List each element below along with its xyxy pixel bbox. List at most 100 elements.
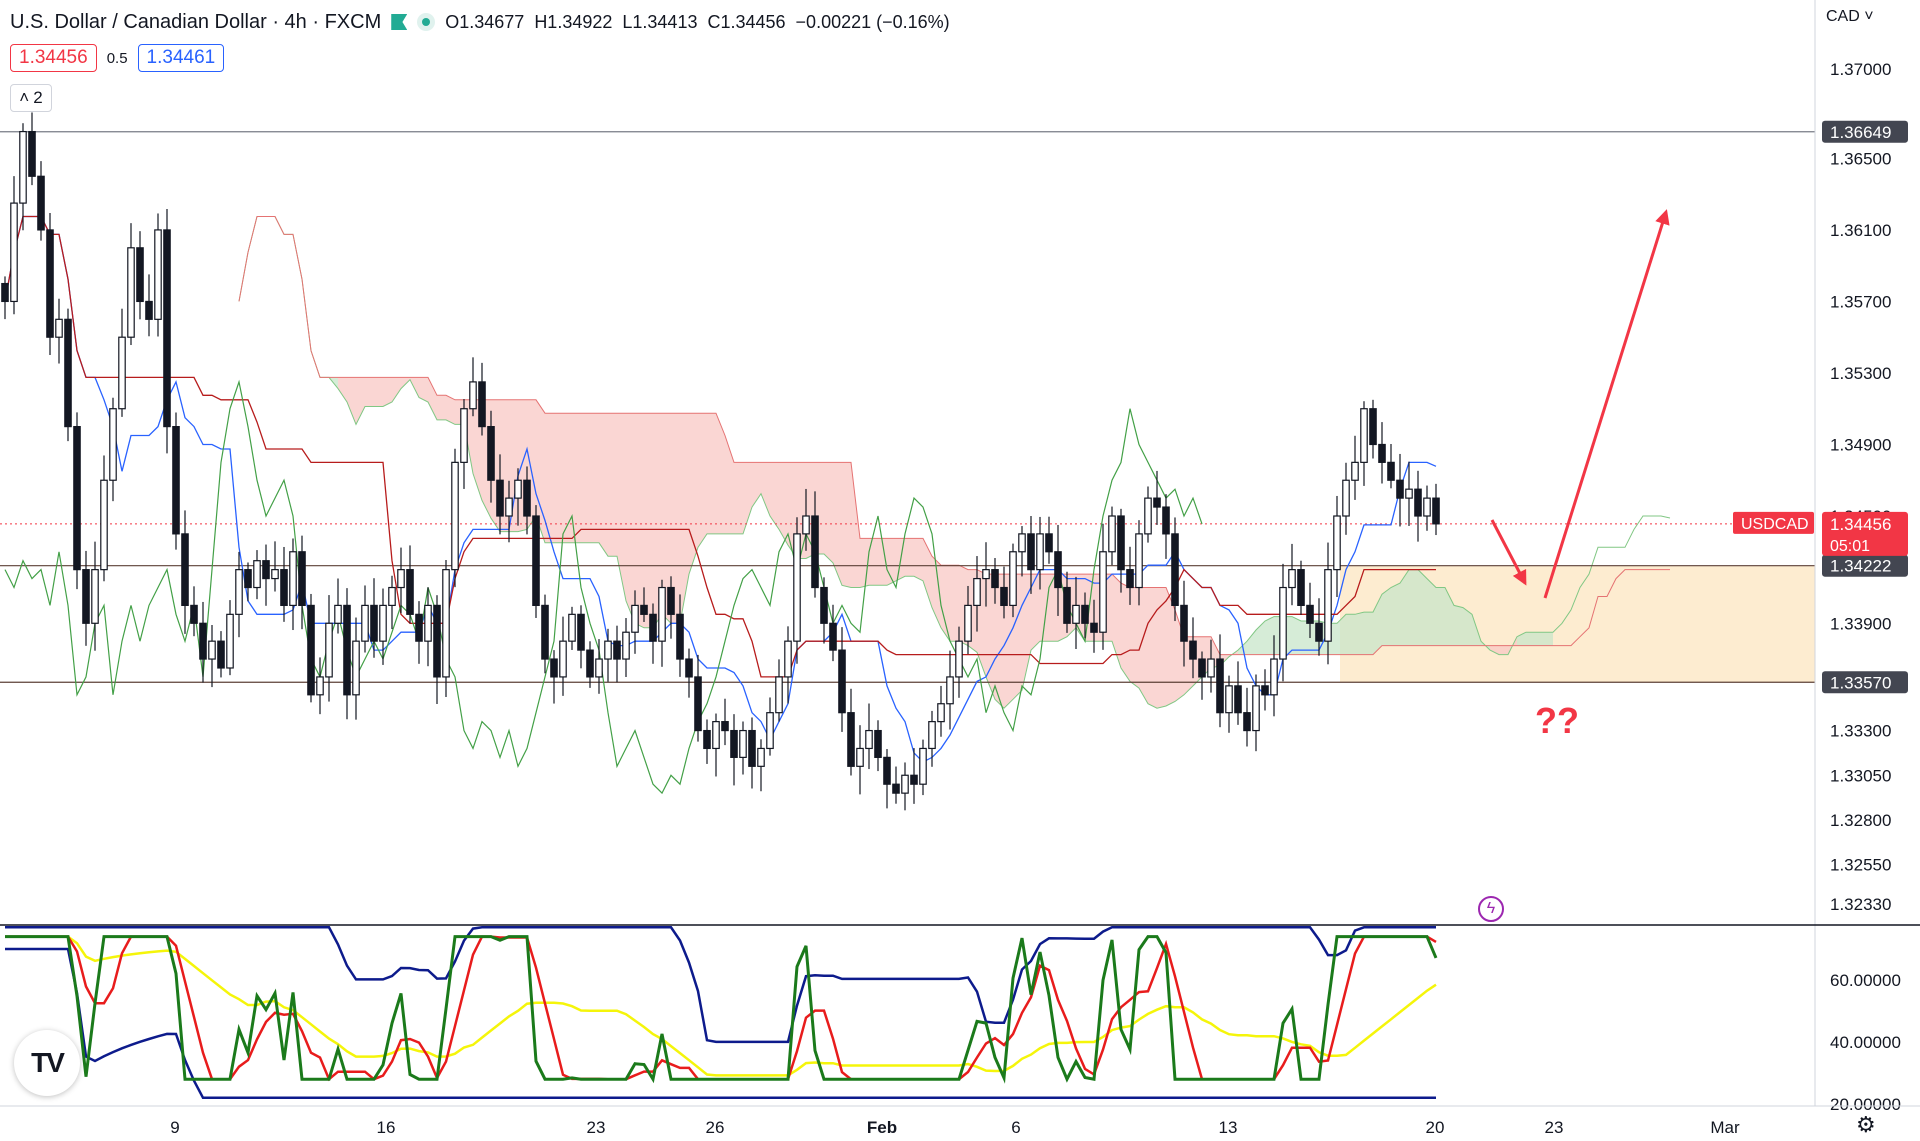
- candle-body: [136, 247, 144, 303]
- cloud-segment: [1337, 614, 1346, 655]
- candle: [208, 625, 216, 688]
- candle-body: [253, 560, 261, 589]
- candle-body: [1279, 586, 1287, 660]
- candle: [1261, 669, 1269, 711]
- buy-button[interactable]: 1.34461: [137, 44, 225, 72]
- cloud-segment: [1535, 632, 1544, 646]
- candle-body: [712, 721, 720, 750]
- candle-body: [685, 658, 693, 678]
- candle-body: [667, 586, 675, 615]
- candle: [244, 562, 252, 602]
- lightning-icon[interactable]: ϟ: [1478, 896, 1504, 922]
- time-tick: 16: [377, 1118, 396, 1137]
- candle-body: [838, 649, 846, 714]
- candle-body: [1198, 658, 1206, 678]
- last-price-label: 1.34456: [1830, 515, 1891, 534]
- candle: [1108, 506, 1116, 566]
- candle-body: [568, 613, 576, 642]
- candle-body: [370, 604, 378, 642]
- candle-body: [289, 551, 297, 607]
- candle-body: [145, 300, 153, 320]
- candle-body: [316, 676, 324, 696]
- candle: [1414, 470, 1422, 542]
- symbol-title[interactable]: U.S. Dollar / Canadian Dollar · 4h · FXC…: [10, 11, 381, 34]
- candle-body: [820, 586, 828, 624]
- candle-body: [217, 640, 225, 669]
- candle-body: [37, 175, 45, 231]
- candle: [199, 601, 207, 683]
- candle: [1378, 422, 1386, 484]
- price-tick: 1.33300: [1830, 722, 1891, 741]
- candle-body: [82, 569, 90, 624]
- chart-canvas[interactable]: ?? 60.0000040.0000020.00000 1.370001.365…: [0, 0, 1920, 1141]
- cloud-segment: [1265, 616, 1274, 655]
- chevron-up-icon: ˄: [19, 88, 30, 107]
- candle-body: [739, 729, 747, 758]
- candle: [46, 213, 54, 356]
- candle-body: [640, 604, 648, 615]
- candle-body: [1135, 533, 1143, 589]
- candle: [1198, 651, 1206, 700]
- cloud-segment: [365, 377, 374, 407]
- candle-body: [1144, 497, 1152, 535]
- candle-body: [478, 381, 486, 428]
- candle-body: [406, 569, 414, 615]
- cloud-segment: [1355, 612, 1364, 655]
- cloud-segment: [626, 413, 635, 624]
- candle-body: [631, 604, 639, 633]
- candle: [271, 541, 279, 592]
- symbol-label: USDCAD: [1741, 516, 1809, 533]
- candle: [793, 517, 801, 664]
- candle: [892, 766, 900, 804]
- candle-body: [1306, 604, 1314, 624]
- candle-body: [874, 729, 882, 758]
- candle-body: [523, 479, 531, 517]
- candle: [1288, 543, 1296, 606]
- candle: [1, 276, 9, 320]
- candle-body: [1063, 586, 1071, 624]
- sell-button[interactable]: 1.34456: [10, 44, 97, 72]
- candle-body: [118, 336, 126, 410]
- candle: [577, 605, 585, 669]
- high-value: H1.34922: [534, 11, 613, 32]
- flag-icon[interactable]: [391, 14, 408, 30]
- candle-body: [793, 533, 801, 642]
- candle-body: [433, 604, 441, 678]
- candle-body: [1036, 533, 1044, 571]
- candle-body: [298, 551, 306, 607]
- cloud-segment: [644, 413, 653, 628]
- cloud-segment: [707, 413, 716, 534]
- currency-selector[interactable]: CAD ˅: [1826, 8, 1874, 26]
- price-axis-layer: 1.37000 1.36500 1.36100 1.35700 1.35300 1.349…: [0, 0, 1920, 1107]
- up-arrow: [1543, 209, 1670, 599]
- cloud-segment: [1526, 632, 1535, 646]
- cloud-segment: [374, 377, 383, 407]
- cloud-segment: [1436, 587, 1445, 646]
- candle: [415, 601, 423, 664]
- cloud-segment: [770, 462, 779, 530]
- candle: [388, 575, 396, 630]
- candle: [451, 448, 459, 588]
- candle-body: [748, 729, 756, 767]
- candle-body: [919, 747, 927, 785]
- candle-body: [964, 604, 972, 642]
- candle: [217, 631, 225, 678]
- candle-body: [1414, 488, 1422, 517]
- candle: [586, 641, 594, 688]
- candle: [622, 618, 630, 678]
- indicator-collapse-button[interactable]: ˄ 2: [10, 84, 52, 112]
- candle-body: [1009, 551, 1017, 607]
- candle: [946, 650, 954, 730]
- candle: [442, 560, 450, 697]
- tradingview-logo[interactable]: TV: [14, 1030, 80, 1096]
- candle-body: [550, 658, 558, 678]
- candle-body: [199, 622, 207, 660]
- candle-body: [280, 569, 288, 607]
- price-tick: 1.35300: [1830, 364, 1891, 383]
- gear-icon[interactable]: ⚙: [1856, 1112, 1876, 1138]
- candle-body: [352, 640, 360, 696]
- cloud-segment: [1346, 614, 1355, 655]
- question-marks: ??: [1535, 700, 1579, 741]
- candle-body: [1423, 497, 1431, 517]
- candle-body: [226, 613, 234, 669]
